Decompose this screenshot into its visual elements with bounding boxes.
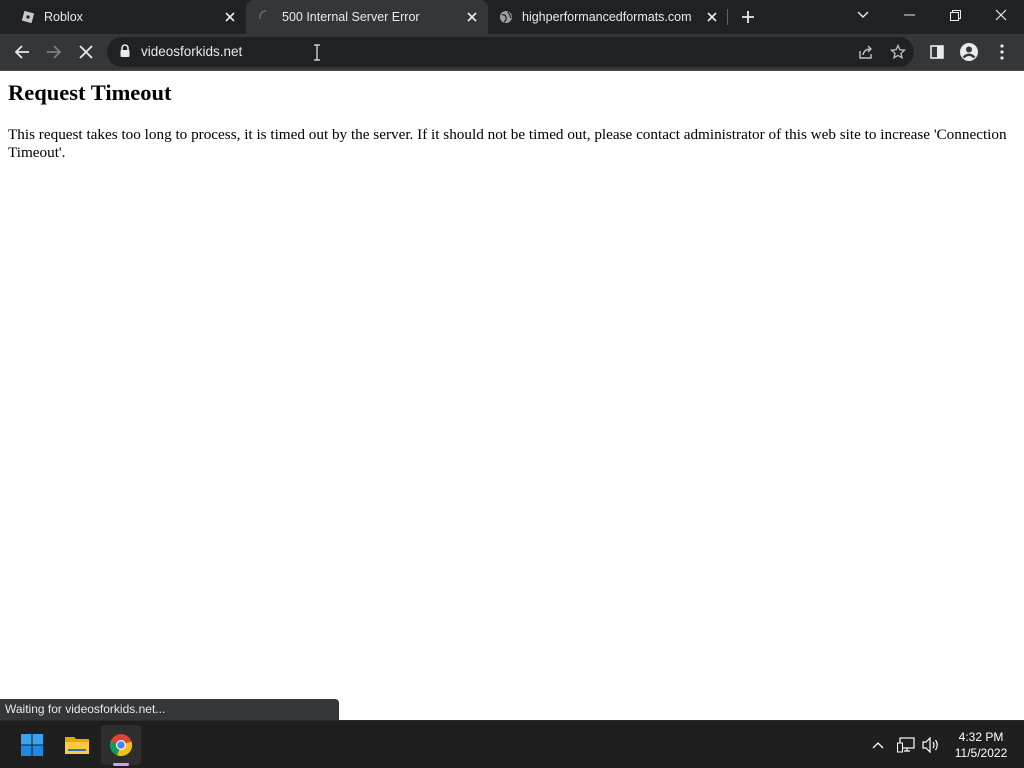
page-heading: Request Timeout (8, 80, 172, 105)
bookmark-star-icon[interactable] (888, 42, 908, 62)
windows-start-icon[interactable] (12, 725, 52, 765)
show-hidden-icons-chevron-icon[interactable] (868, 735, 888, 755)
address-bar[interactable]: videosforkids.net (107, 37, 914, 67)
back-button[interactable] (9, 39, 35, 65)
lock-icon[interactable] (119, 44, 133, 60)
tab-separator (727, 9, 728, 25)
file-explorer-icon[interactable] (57, 725, 97, 765)
system-clock[interactable]: 4:32 PM 11/5/2022 (946, 729, 1016, 761)
page-content: Request Timeout This request takes too l… (0, 71, 1024, 720)
share-icon[interactable] (856, 42, 876, 62)
tab-highperformancedformats[interactable]: highperformancedformats.com (488, 0, 728, 34)
close-tab-icon[interactable] (462, 7, 482, 27)
menu-kebab-icon[interactable] (989, 39, 1015, 65)
clock-date: 11/5/2022 (954, 746, 1008, 760)
side-panel-icon[interactable] (924, 39, 950, 65)
loading-spinner-icon (258, 9, 274, 25)
restore-button[interactable] (932, 0, 978, 30)
new-tab-button[interactable] (737, 6, 759, 28)
windows-taskbar: 4:32 PM 11/5/2022 (0, 720, 1024, 768)
tab-roblox[interactable]: Roblox (0, 0, 246, 34)
close-window-button[interactable] (978, 0, 1024, 30)
tab-title: Roblox (44, 10, 83, 24)
tab-search-button[interactable] (840, 0, 886, 30)
chrome-icon[interactable] (101, 725, 141, 765)
status-bubble: Waiting for videosforkids.net... (0, 699, 339, 720)
tab-title: highperformancedformats.com (522, 10, 692, 24)
tab-500-error[interactable]: 500 Internal Server Error (246, 0, 488, 34)
minimize-button[interactable] (886, 0, 932, 30)
tab-strip: Roblox 500 Internal Server Error highper… (0, 0, 1024, 34)
browser-toolbar: videosforkids.net (0, 34, 1024, 71)
text-cursor-icon (312, 44, 322, 61)
close-tab-icon[interactable] (702, 7, 722, 27)
page-message: This request takes too long to process, … (8, 126, 1007, 161)
network-icon[interactable] (896, 735, 916, 755)
volume-icon[interactable] (921, 735, 941, 755)
forward-button[interactable] (41, 39, 67, 65)
active-app-indicator (113, 763, 129, 766)
stop-loading-button[interactable] (73, 39, 99, 65)
url-text[interactable]: videosforkids.net (141, 37, 242, 67)
clock-time: 4:32 PM (958, 730, 1004, 744)
tab-title: 500 Internal Server Error (282, 10, 420, 24)
profile-avatar-icon[interactable] (956, 39, 982, 65)
close-tab-icon[interactable] (220, 7, 240, 27)
roblox-icon (20, 9, 36, 25)
globe-icon (498, 9, 514, 25)
